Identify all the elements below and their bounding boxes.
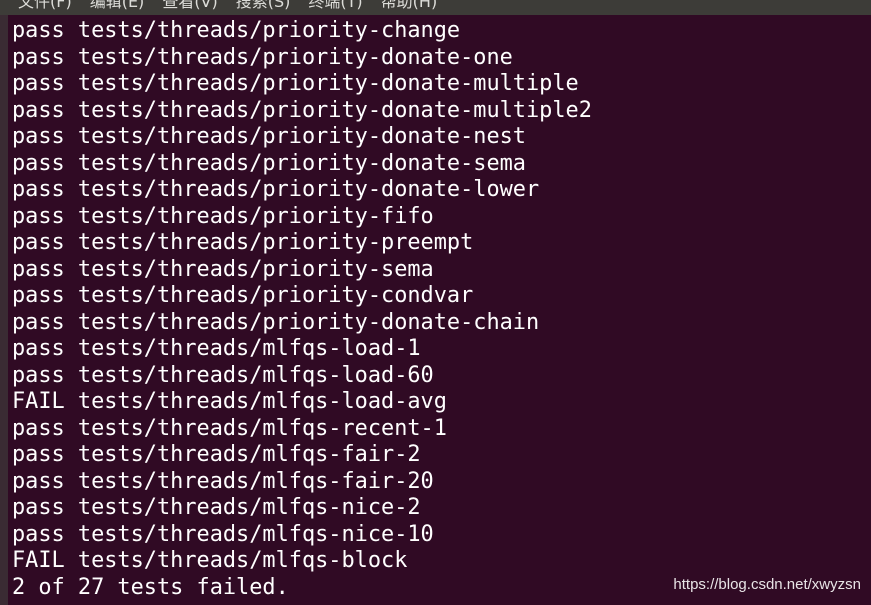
terminal-line: pass tests/threads/priority-donate-multi…	[12, 97, 592, 123]
menu-item[interactable]: 帮助(H)	[381, 0, 438, 12]
terminal-line: pass tests/threads/priority-sema	[12, 256, 434, 282]
menu-item[interactable]: 终端(T)	[308, 0, 362, 12]
menu-item[interactable]: 搜索(S)	[236, 0, 291, 12]
terminal-line: pass tests/threads/priority-donate-nest	[12, 124, 526, 149]
terminal-line: pass tests/threads/mlfqs-nice-10	[12, 521, 434, 547]
terminal-line: pass tests/threads/mlfqs-fair-20	[12, 468, 434, 494]
menu-item[interactable]: 编辑(E)	[90, 0, 145, 12]
terminal-line: pass tests/threads/mlfqs-load-60	[12, 362, 434, 388]
terminal-line: pass tests/threads/priority-condvar	[12, 283, 474, 308]
terminal-line: pass tests/threads/priority-preempt	[12, 230, 474, 255]
terminal-line: FAIL tests/threads/mlfqs-load-avg	[12, 389, 447, 414]
terminal-line: pass tests/threads/priority-donate-multi…	[12, 71, 579, 96]
terminal-line: pass tests/threads/priority-donate-one	[12, 44, 513, 70]
watermark: https://blog.csdn.net/xwyzsn	[673, 576, 861, 593]
terminal-line: pass tests/threads/priority-change	[12, 18, 461, 43]
terminal-line: pass tests/threads/mlfqs-fair-2	[12, 442, 421, 467]
terminal-line: pass tests/threads/priority-fifo	[12, 203, 434, 229]
terminal-line: pass tests/threads/priority-donate-chain	[12, 309, 540, 335]
menu-item[interactable]: 文件(F)	[18, 0, 72, 12]
terminal-line: pass tests/threads/mlfqs-recent-1	[12, 415, 447, 441]
terminal-line: FAIL tests/threads/mlfqs-block	[12, 548, 408, 573]
menu-item[interactable]: 查看(V)	[162, 0, 217, 12]
window-edge	[0, 15, 8, 605]
terminal-output[interactable]: pass tests/threads/priority-change pass t…	[12, 18, 592, 601]
terminal-line: pass tests/threads/priority-donate-sema	[12, 150, 526, 176]
terminal-line: pass tests/threads/mlfqs-load-1	[12, 336, 421, 361]
terminal-line: pass tests/threads/priority-donate-lower	[12, 177, 540, 202]
terminal-line: pass tests/threads/mlfqs-nice-2	[12, 495, 421, 520]
terminal-line: 2 of 27 tests failed.	[12, 574, 289, 600]
menu-bar: 文件(F) 编辑(E) 查看(V) 搜索(S) 终端(T) 帮助(H)	[0, 0, 871, 15]
